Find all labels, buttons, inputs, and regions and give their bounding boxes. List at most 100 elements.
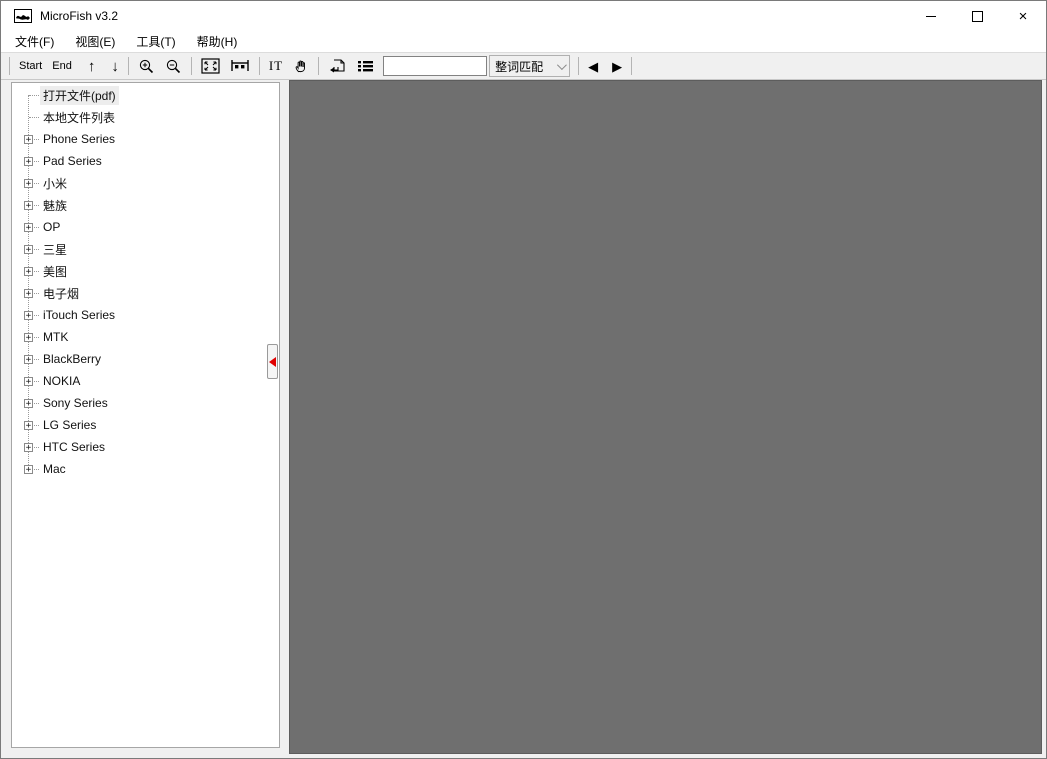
file-tree: 打开文件(pdf) 本地文件列表 + Phone Series + Pad Se… <box>12 83 279 480</box>
tree-item[interactable]: + 三星 <box>12 238 279 260</box>
up-arrow-icon: ↑ <box>87 57 96 75</box>
tree-item-label: OP <box>43 220 61 234</box>
tree-item[interactable]: + Phone Series <box>12 128 279 150</box>
page-jump-button[interactable] <box>323 55 352 77</box>
tree-item-label: MTK <box>43 330 69 344</box>
tree-item-label: HTC Series <box>43 440 106 454</box>
match-mode-select[interactable]: 整词匹配 <box>489 55 571 77</box>
page-jump-icon <box>330 58 345 72</box>
tree-item[interactable]: + 小米 <box>12 172 279 194</box>
end-button[interactable]: End <box>47 55 77 77</box>
toolbar-separator <box>578 57 580 75</box>
list-view-icon <box>358 61 374 72</box>
fit-width-button[interactable] <box>225 55 255 77</box>
tree-item-label: 本地文件列表 <box>43 110 116 125</box>
hand-pan-icon <box>295 60 306 73</box>
tree-item-label: LG Series <box>43 418 97 432</box>
expand-plus-icon[interactable]: + <box>24 134 33 144</box>
tree-item[interactable]: + 美图 <box>12 260 279 282</box>
tree-item[interactable]: + Sony Series <box>12 392 279 414</box>
title-bar: MicroFish v3.2 × <box>1 1 1046 31</box>
tree-item[interactable]: + Pad Series <box>12 150 279 172</box>
tree-item-label: 电子烟 <box>43 286 80 301</box>
tree-item[interactable]: 本地文件列表 <box>12 106 279 128</box>
hand-pan-button[interactable] <box>288 55 314 77</box>
menu-view[interactable]: 视图(E) <box>66 31 124 52</box>
expand-plus-icon[interactable]: + <box>24 376 33 386</box>
tree-item-label: Phone Series <box>43 132 116 146</box>
document-view[interactable] <box>289 80 1042 754</box>
minimize-icon <box>926 15 936 17</box>
tree-item[interactable]: + OP <box>12 216 279 238</box>
expand-plus-icon[interactable]: + <box>24 288 33 298</box>
down-arrow-icon: ↓ <box>111 57 119 75</box>
tree-item-label: 打开文件(pdf) <box>40 85 119 105</box>
minimize-button[interactable] <box>908 1 954 31</box>
tree-item-label: BlackBerry <box>43 352 102 366</box>
tree-stub-line <box>29 117 39 118</box>
zoom-out-icon <box>166 59 180 73</box>
tree-item-label: 三星 <box>43 242 68 257</box>
menu-help[interactable]: 帮助(H) <box>188 31 247 52</box>
toolbar-separator <box>631 57 633 75</box>
tree-item[interactable]: + iTouch Series <box>12 304 279 326</box>
expand-plus-icon[interactable]: + <box>24 178 33 188</box>
expand-plus-icon[interactable]: + <box>24 398 33 408</box>
collapse-left-icon <box>269 356 276 367</box>
expand-plus-icon[interactable]: + <box>24 464 33 474</box>
page-up-button[interactable]: ↑ <box>83 55 101 77</box>
list-view-button[interactable] <box>352 55 379 77</box>
chevron-down-icon <box>557 59 567 70</box>
tree-item-label: Pad Series <box>43 154 102 168</box>
expand-plus-icon[interactable]: + <box>24 200 33 210</box>
tree-item-label: Sony Series <box>43 396 108 410</box>
tree-item[interactable]: + HTC Series <box>12 436 279 458</box>
text-select-button[interactable]: IT <box>264 55 288 77</box>
next-result-button[interactable]: ▶ <box>607 55 627 77</box>
app-window: MicroFish v3.2 × 文件(F) 视图(E) 工具(T) 帮助(H)… <box>0 0 1047 759</box>
close-button[interactable]: × <box>1000 1 1046 31</box>
expand-plus-icon[interactable]: + <box>24 310 33 320</box>
menu-file[interactable]: 文件(F) <box>6 31 63 52</box>
zoom-out-button[interactable] <box>160 55 187 77</box>
content-area: 打开文件(pdf) 本地文件列表 + Phone Series + Pad Se… <box>1 80 1046 758</box>
tree-item[interactable]: + LG Series <box>12 414 279 436</box>
expand-plus-icon[interactable]: + <box>24 222 33 232</box>
expand-plus-icon[interactable]: + <box>24 156 33 166</box>
tree-item-label: NOKIA <box>43 374 81 388</box>
tree-item[interactable]: + NOKIA <box>12 370 279 392</box>
maximize-icon <box>971 10 983 22</box>
maximize-button[interactable] <box>954 1 1000 31</box>
sidebar-collapse-handle[interactable] <box>267 344 278 379</box>
tree-item[interactable]: + BlackBerry <box>12 348 279 370</box>
window-title: MicroFish v3.2 <box>40 9 119 23</box>
expand-plus-icon[interactable]: + <box>24 442 33 452</box>
expand-plus-icon[interactable]: + <box>24 354 33 364</box>
zoom-in-icon <box>139 59 153 73</box>
menu-tools[interactable]: 工具(T) <box>127 31 184 52</box>
expand-plus-icon[interactable]: + <box>24 332 33 342</box>
zoom-in-button[interactable] <box>133 55 160 77</box>
search-input[interactable] <box>383 56 488 76</box>
tree-item-label: 美图 <box>43 264 68 279</box>
toolbar-separator <box>127 57 129 75</box>
app-logo-icon <box>14 9 32 23</box>
menu-bar: 文件(F) 视图(E) 工具(T) 帮助(H) <box>1 31 1046 52</box>
expand-plus-icon[interactable]: + <box>24 266 33 276</box>
toolbar-separator <box>190 57 192 75</box>
tree-item[interactable]: + MTK <box>12 326 279 348</box>
expand-plus-icon[interactable]: + <box>24 244 33 254</box>
tree-item[interactable]: + Mac <box>12 458 279 480</box>
sidebar-panel: 打开文件(pdf) 本地文件列表 + Phone Series + Pad Se… <box>11 82 280 748</box>
tree-item[interactable]: 打开文件(pdf) <box>12 84 279 106</box>
tree-item[interactable]: + 电子烟 <box>12 282 279 304</box>
fit-page-button[interactable] <box>196 55 225 77</box>
expand-plus-icon[interactable]: + <box>24 420 33 430</box>
tree-item-label: 魅族 <box>43 198 68 213</box>
prev-result-button[interactable]: ◀ <box>583 55 603 77</box>
page-down-button[interactable]: ↓ <box>106 55 124 77</box>
tree-item[interactable]: + 魅族 <box>12 194 279 216</box>
start-button[interactable]: Start <box>14 55 47 77</box>
tree-item-label: 小米 <box>43 176 68 191</box>
toolbar-separator <box>258 57 260 75</box>
